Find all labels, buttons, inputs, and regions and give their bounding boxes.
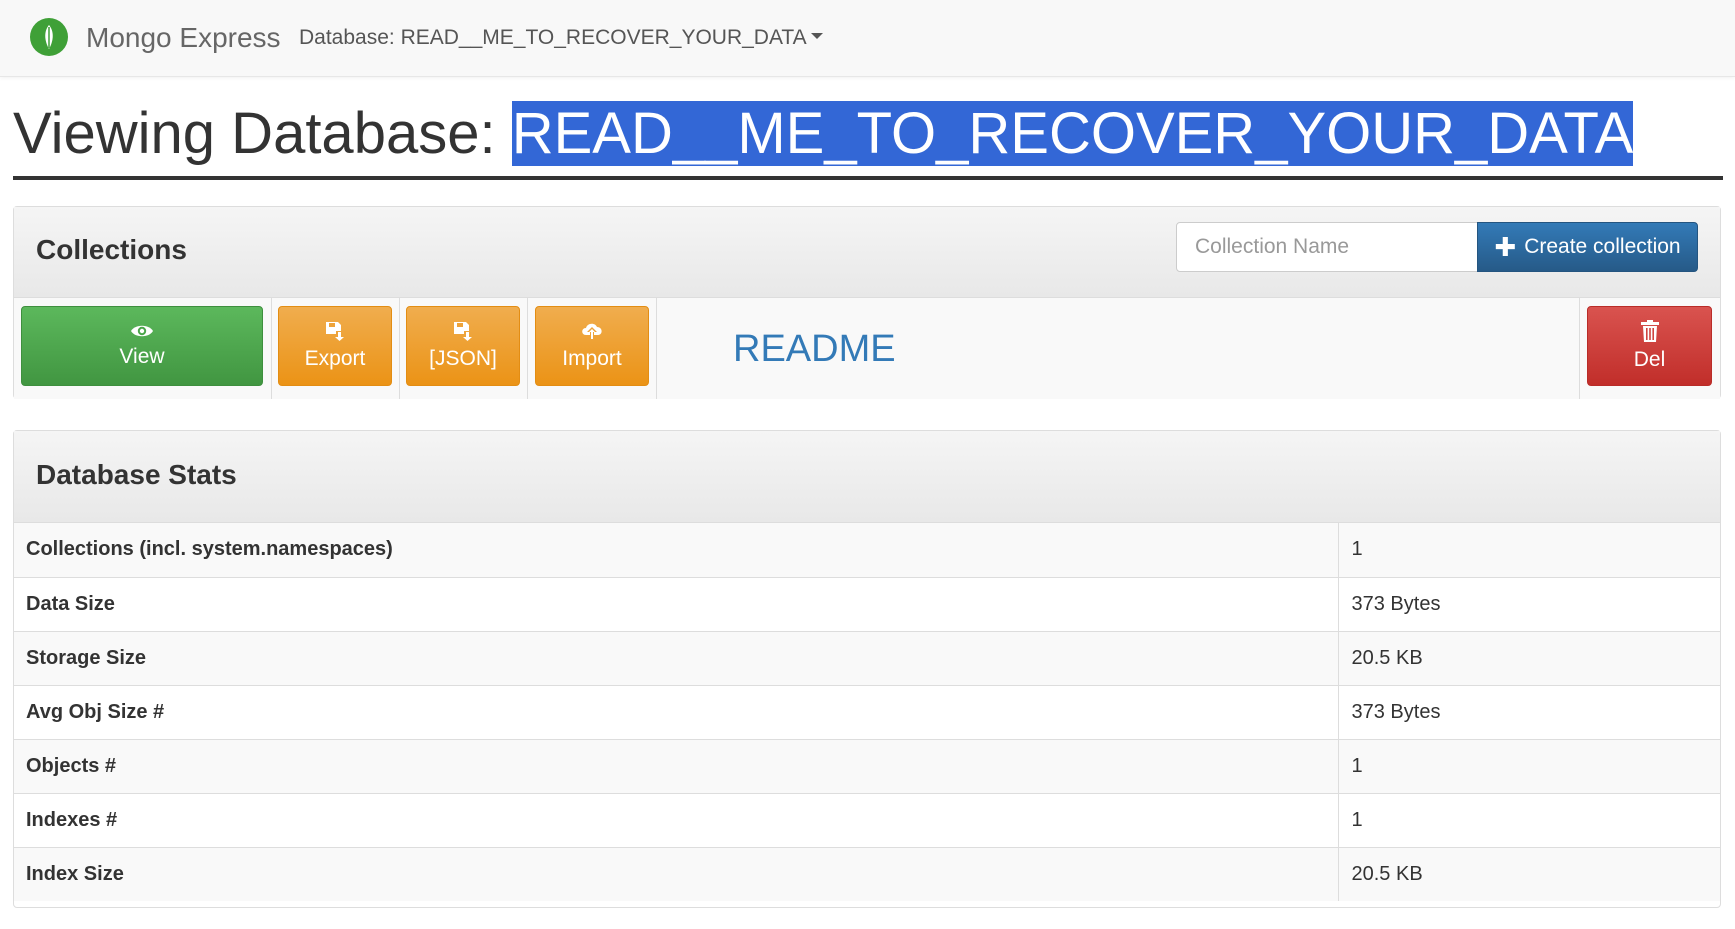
table-row: Storage Size 20.5 KB	[14, 630, 1720, 685]
export-button[interactable]: Export	[278, 306, 392, 386]
plus-icon: ✚	[1494, 232, 1517, 262]
stats-panel-heading: Database Stats	[14, 431, 1720, 523]
database-stats-panel: Database Stats Collections (incl. system…	[13, 430, 1721, 908]
create-collection-button[interactable]: ✚ Create collection	[1477, 222, 1698, 272]
json-export-label: [JSON]	[429, 347, 497, 370]
stat-label: Avg Obj Size #	[14, 684, 1339, 739]
stat-value: 20.5 KB	[1338, 630, 1720, 685]
cell-divider	[399, 298, 400, 399]
collections-panel-heading: Collections ✚ Create collection	[14, 207, 1720, 298]
page-title-prefix: Viewing Database:	[13, 101, 512, 166]
table-row: Data Size 373 Bytes	[14, 576, 1720, 631]
export-label: Export	[304, 347, 366, 370]
delete-collection-button[interactable]: Del	[1587, 306, 1712, 386]
delete-label: Del	[1633, 348, 1666, 371]
stats-heading: Database Stats	[36, 459, 237, 490]
stat-label: Index Size	[14, 846, 1339, 901]
stat-value: 1	[1338, 792, 1720, 847]
table-row: Objects #1	[14, 738, 1720, 793]
stat-label: Data Size	[14, 576, 1339, 631]
import-button[interactable]: Import	[535, 306, 649, 386]
eye-icon	[131, 325, 153, 337]
save-download-icon	[454, 322, 472, 341]
caret-down-icon	[810, 33, 823, 40]
collection-link-readme[interactable]: README	[733, 328, 896, 370]
create-collection-label: Create collection	[1524, 235, 1681, 258]
stat-value: 1	[1338, 738, 1720, 793]
cloud-upload-icon	[582, 323, 602, 340]
save-download-icon	[326, 322, 344, 341]
table-row: Indexes #1	[14, 792, 1720, 847]
stat-value: 20.5 KB	[1338, 846, 1720, 901]
page-title-db-name: READ__ME_TO_RECOVER_YOUR_DATA	[511, 101, 1634, 166]
import-label: Import	[562, 347, 622, 370]
navbar: Mongo Express Database: READ__ME_TO_RECO…	[0, 0, 1735, 77]
cell-divider	[656, 298, 657, 399]
table-row: Avg Obj Size #373 Bytes	[14, 684, 1720, 739]
cell-divider	[271, 298, 272, 399]
stat-label: Indexes #	[14, 792, 1339, 847]
collection-name-input[interactable]	[1176, 222, 1478, 272]
database-dropdown-label: Database: READ__ME_TO_RECOVER_YOUR_DATA	[299, 26, 807, 49]
page-title: Viewing Database: READ__ME_TO_RECOVER_YO…	[13, 98, 1723, 180]
stat-value: 373 Bytes	[1338, 576, 1720, 631]
stat-value: 373 Bytes	[1338, 684, 1720, 739]
cell-divider	[527, 298, 528, 399]
database-dropdown[interactable]: Database: READ__ME_TO_RECOVER_YOUR_DATA	[299, 24, 823, 52]
view-label: View	[119, 345, 165, 368]
stat-label: Storage Size	[14, 630, 1339, 685]
stat-label: Collections (incl. system.namespaces)	[14, 523, 1339, 577]
collections-panel: Collections ✚ Create collection View Exp…	[13, 206, 1721, 399]
trash-icon	[1640, 320, 1659, 342]
brand-name[interactable]: Mongo Express	[86, 20, 281, 56]
stats-table: Collections (incl. system.namespaces) 1 D…	[14, 523, 1720, 901]
stat-label: Objects #	[14, 738, 1339, 793]
mongodb-leaf-icon[interactable]	[30, 18, 68, 56]
collections-heading: Collections	[36, 234, 187, 265]
collection-row: View Export [JSON] Import README Del	[14, 298, 1720, 399]
view-button[interactable]: View	[21, 306, 263, 386]
json-export-button[interactable]: [JSON]	[406, 306, 520, 386]
cell-divider	[1579, 298, 1580, 399]
table-row: Index Size 20.5 KB	[14, 846, 1720, 901]
stat-value: 1	[1338, 523, 1720, 577]
table-row: Collections (incl. system.namespaces) 1	[14, 523, 1720, 577]
